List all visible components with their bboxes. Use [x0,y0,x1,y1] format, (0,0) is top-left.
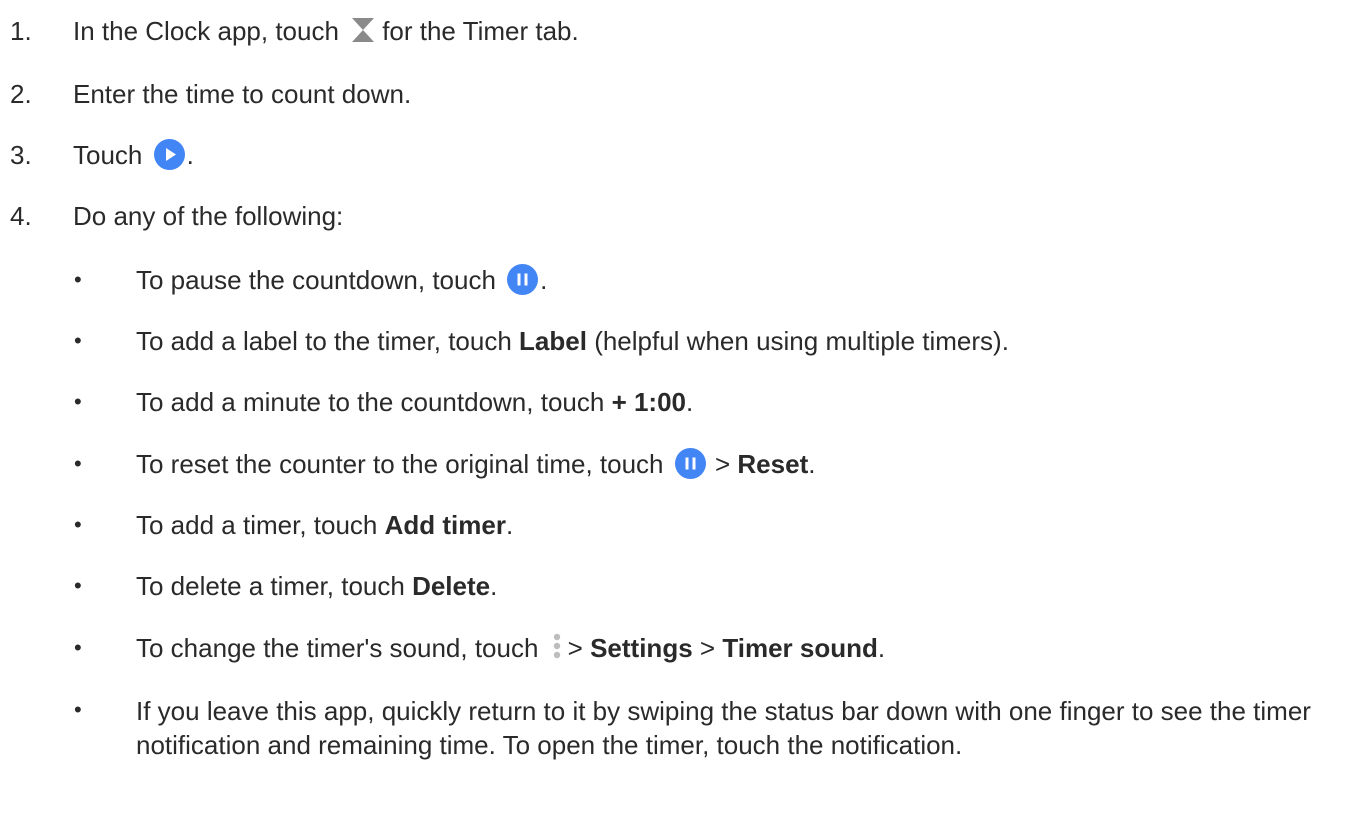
bullet-text-post: . [505,510,514,540]
bullet-marker: • [74,267,82,292]
bullet-text: To add a label to the timer, touch Label… [136,325,1009,357]
bullet-text-post: (helpful when using multiple timers). [594,326,1009,356]
bullet-text: To pause the countdown, touch . [136,263,548,298]
step-number: 2. [10,79,32,109]
path-separator: > [699,633,716,663]
step-number: 3. [10,140,32,170]
step-text: Touch . [73,138,194,173]
bullet-marker: • [74,328,82,353]
pause-icon [674,447,706,479]
bullet-text: To reset the counter to the original tim… [136,447,816,482]
bullet-text: If you leave this app, quickly return to… [136,696,1311,760]
bullet-marker: • [74,697,82,722]
bullet-text-post: . [877,633,886,663]
ui-term-label: Label [519,326,587,356]
bullet-text-pre: To change the timer's sound, touch [136,633,539,663]
bullet-marker: • [74,635,82,660]
step-number: 1. [10,16,32,46]
bullet-text-post: . [808,449,816,479]
ui-term-add-timer: Add timer [384,510,506,540]
step-text: Do any of the following: [73,201,344,231]
bullet-text-post: . [686,387,694,417]
bullet-text: To add a timer, touch Add timer. [136,509,513,541]
bullet-text: To delete a timer, touch Delete. [136,570,497,602]
bullet-marker: • [74,389,82,414]
bullet-text-pre: To add a minute to the countdown, touch [136,387,605,417]
bullet-text: To change the timer's sound, touch > Set… [136,632,885,665]
pause-icon [507,263,539,295]
bullet-marker: • [74,573,82,598]
ui-term-plus-minute: + 1:00 [611,387,687,417]
bullet-text-pre: To reset the counter to the original tim… [136,449,664,479]
bullet-marker: • [74,451,82,476]
ui-term-reset: Reset [737,449,809,479]
step-text-post: for the Timer tab. [382,16,579,46]
step-number: 4. [10,201,32,231]
hourglass-icon [350,17,376,43]
step-text: In the Clock app, touch for the Timer ta… [73,15,579,47]
step-text-pre: Touch [73,140,143,170]
more-vert-icon [550,632,564,662]
bullet-marker: • [74,512,82,537]
bullet-text: To add a minute to the countdown, touch … [136,386,693,418]
step-text: Enter the time to count down. [73,79,412,109]
bullet-text-pre: To add a timer, touch [136,510,378,540]
play-icon [153,138,185,170]
path-separator: > [714,449,731,479]
bullet-text-post: . [490,571,498,601]
bullet-text-pre: To pause the countdown, touch [136,265,496,295]
bullet-text-post: . [540,265,548,295]
bullet-text-pre: To delete a timer, touch [136,571,405,601]
ui-term-delete: Delete [412,571,491,601]
step-text-pre: In the Clock app, touch [73,16,339,46]
step-text-post: . [186,140,194,170]
path-separator: > [567,633,583,663]
bullet-text-pre: To add a label to the timer, touch [136,326,512,356]
ui-term-timer-sound: Timer sound [722,633,878,663]
ui-term-settings: Settings [590,633,693,663]
